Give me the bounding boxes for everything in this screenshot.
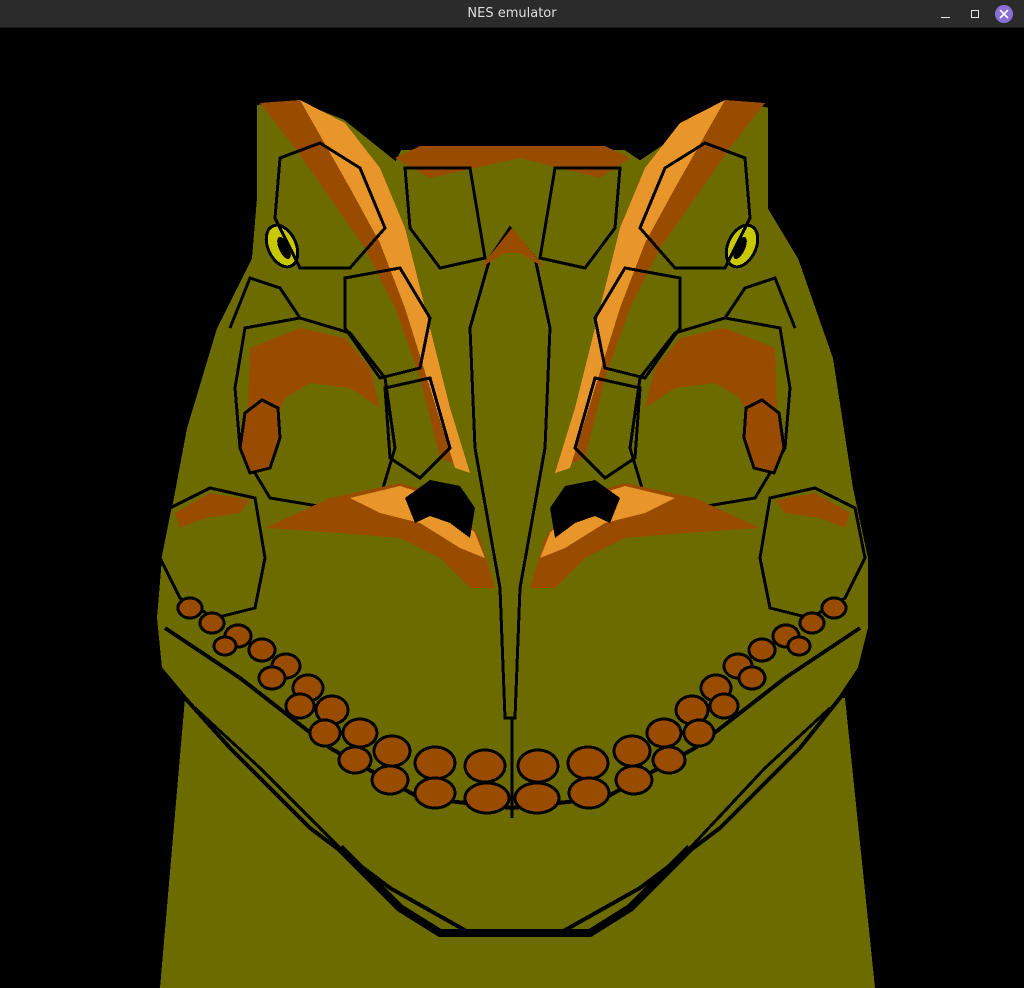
close-icon	[995, 5, 1013, 23]
game-screen[interactable]	[0, 28, 1024, 988]
dinosaur-face-art	[0, 28, 1024, 988]
minimize-button[interactable]	[935, 4, 955, 24]
close-button[interactable]	[994, 4, 1014, 24]
minimize-icon	[940, 17, 950, 18]
maximize-button[interactable]	[965, 4, 985, 24]
emulator-window: NES emulator	[0, 0, 1024, 988]
title-bar[interactable]: NES emulator	[0, 0, 1024, 28]
maximize-icon	[971, 10, 979, 18]
window-title: NES emulator	[467, 6, 557, 21]
